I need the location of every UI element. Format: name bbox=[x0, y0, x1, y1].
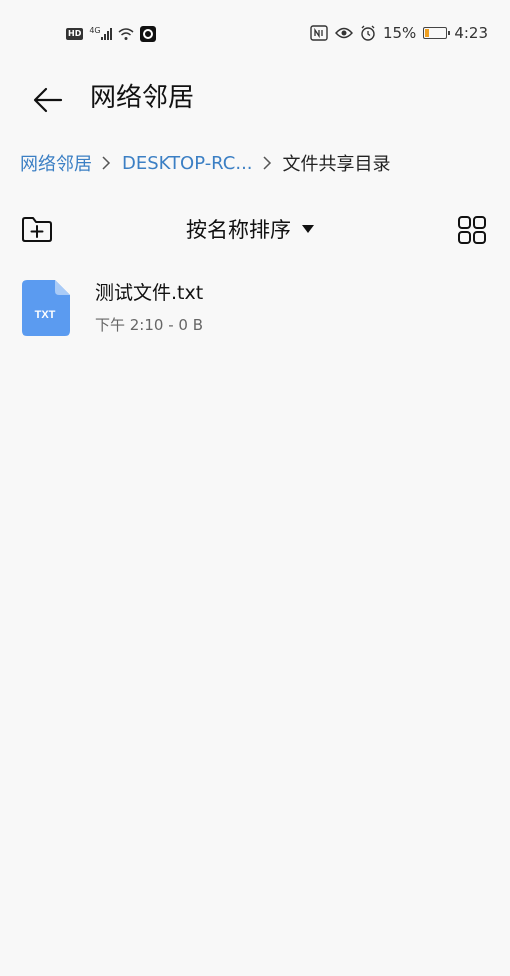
file-list-item[interactable]: TXT 测试文件.txt 下午 2:10 - 0 B bbox=[0, 272, 510, 348]
file-meta: 下午 2:10 - 0 B bbox=[95, 314, 203, 336]
back-arrow-icon bbox=[33, 87, 63, 113]
sort-dropdown[interactable]: 按名称排序 bbox=[186, 212, 315, 246]
clock: 4:23 bbox=[454, 24, 488, 42]
breadcrumb: 网络邻居 DESKTOP-RC... 文件共享目录 bbox=[20, 148, 391, 178]
status-bar: HD 4G 15% 4:23 bbox=[0, 0, 510, 70]
hd-badge: HD bbox=[66, 28, 84, 40]
file-type-label: TXT bbox=[35, 309, 56, 321]
chevron-right-icon bbox=[101, 155, 111, 171]
file-time: 下午 2:10 bbox=[95, 316, 164, 334]
new-folder-button[interactable] bbox=[20, 212, 54, 246]
battery-icon bbox=[423, 27, 451, 39]
grid-view-button[interactable] bbox=[456, 214, 488, 246]
battery-percent: 15% bbox=[382, 24, 417, 42]
back-button[interactable] bbox=[28, 80, 68, 120]
app-bar: 网络邻居 bbox=[0, 70, 510, 126]
toolbar: 按名称排序 bbox=[0, 206, 510, 252]
triangle-down-icon bbox=[302, 225, 314, 233]
network-type-badge: 4G bbox=[89, 26, 101, 35]
page-title: 网络邻居 bbox=[90, 83, 195, 113]
file-name: 测试文件.txt bbox=[95, 282, 204, 304]
sort-label: 按名称排序 bbox=[186, 218, 291, 242]
txt-file-icon: TXT bbox=[22, 280, 70, 336]
chevron-right-icon bbox=[262, 155, 272, 171]
eye-icon bbox=[335, 27, 353, 39]
notification-app-icon bbox=[139, 26, 156, 42]
new-folder-icon bbox=[22, 217, 52, 242]
grid-view-icon bbox=[458, 216, 486, 244]
nfc-icon bbox=[310, 25, 328, 41]
file-size: 0 B bbox=[178, 316, 204, 334]
status-left: HD 4G bbox=[66, 26, 156, 42]
file-list: TXT 测试文件.txt 下午 2:10 - 0 B bbox=[0, 272, 510, 348]
alarm-icon bbox=[361, 25, 375, 41]
breadcrumb-item-network[interactable]: 网络邻居 bbox=[20, 150, 92, 176]
wifi-icon bbox=[118, 28, 134, 40]
breadcrumb-item-desktop[interactable]: DESKTOP-RC... bbox=[122, 153, 253, 174]
status-right: 15% 4:23 bbox=[310, 24, 488, 42]
signal-icon bbox=[100, 28, 112, 40]
breadcrumb-item-current: 文件共享目录 bbox=[282, 154, 391, 175]
file-meta-separator: - bbox=[163, 316, 179, 334]
